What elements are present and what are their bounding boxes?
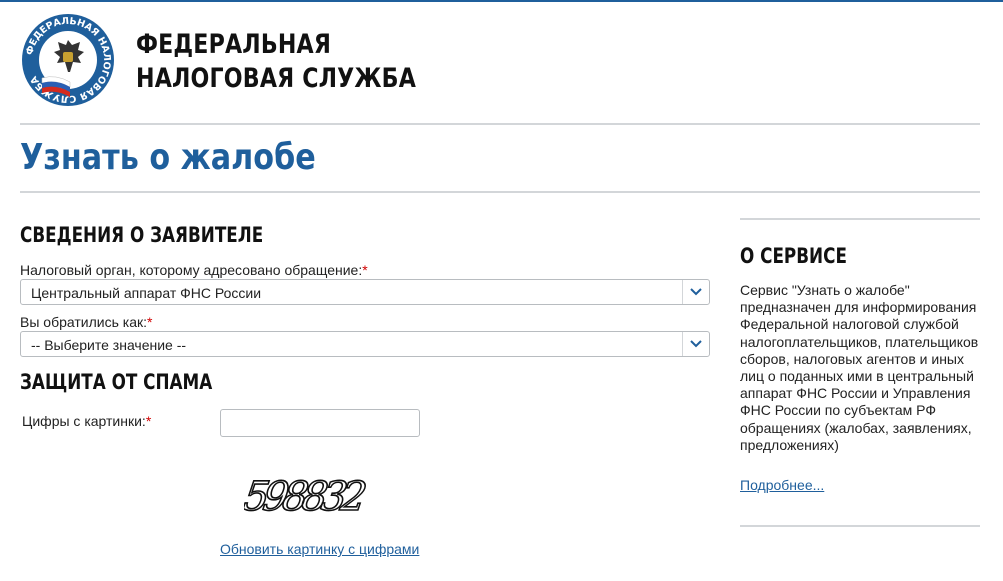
applied-as-select[interactable]: -- Выберите значение -- <box>20 331 710 357</box>
applied-as-value: -- Выберите значение -- <box>31 337 187 353</box>
captcha-input[interactable] <box>220 409 420 437</box>
chevron-down-icon <box>690 340 702 348</box>
org-name-line2: НАЛОГОВАЯ СЛУЖБА <box>136 63 417 94</box>
chevron-down-icon <box>690 288 702 296</box>
tax-authority-dropdown-button[interactable] <box>682 280 709 304</box>
org-name: ФЕДЕРАЛЬНАЯ НАЛОГОВАЯ СЛУЖБА <box>136 28 416 96</box>
sidebar-top-divider <box>740 218 980 220</box>
header-divider <box>20 123 980 125</box>
more-link[interactable]: Подробнее... <box>740 477 824 493</box>
fns-emblem-icon: ФЕДЕРАЛЬНАЯ НАЛОГОВАЯ СЛУЖБА <box>22 14 114 106</box>
required-mark: * <box>147 314 153 330</box>
tax-authority-label: Налоговый орган, которому адресовано обр… <box>20 262 368 278</box>
spam-heading: ЗАЩИТА ОТ СПАМА <box>20 370 213 394</box>
about-heading: О СЕРВИСЕ <box>740 244 847 268</box>
required-mark: * <box>145 413 152 429</box>
captcha-label: Цифры с картинки:* <box>22 413 151 429</box>
refresh-captcha-link[interactable]: Обновить картинку с цифрами <box>220 541 419 557</box>
applied-as-label: Вы обратились как:* <box>20 314 152 330</box>
sidebar-bottom-divider <box>740 525 980 527</box>
about-text: Сервис "Узнать о жалобе" предназначен дл… <box>740 282 979 453</box>
top-accent-line <box>0 0 1003 2</box>
captcha-digits: 598832 <box>244 474 368 520</box>
tax-authority-label-text: Налоговый орган, которому адресовано обр… <box>20 262 363 278</box>
captcha-image: 598832 <box>244 473 369 520</box>
captcha-label-text: Цифры с картинки: <box>22 413 146 429</box>
required-mark: * <box>362 262 368 278</box>
page-title: Узнать о жалобе <box>20 137 316 178</box>
applied-as-dropdown-button[interactable] <box>682 332 709 356</box>
applied-as-label-text: Вы обратились как: <box>20 314 147 330</box>
org-name-line1: ФЕДЕРАЛЬНАЯ <box>136 29 332 60</box>
tax-authority-select[interactable]: Центральный аппарат ФНС России <box>20 279 710 305</box>
title-divider <box>20 191 980 193</box>
applicant-heading: СВЕДЕНИЯ О ЗАЯВИТЕЛЕ <box>20 223 264 247</box>
tax-authority-value: Центральный аппарат ФНС России <box>31 285 262 301</box>
